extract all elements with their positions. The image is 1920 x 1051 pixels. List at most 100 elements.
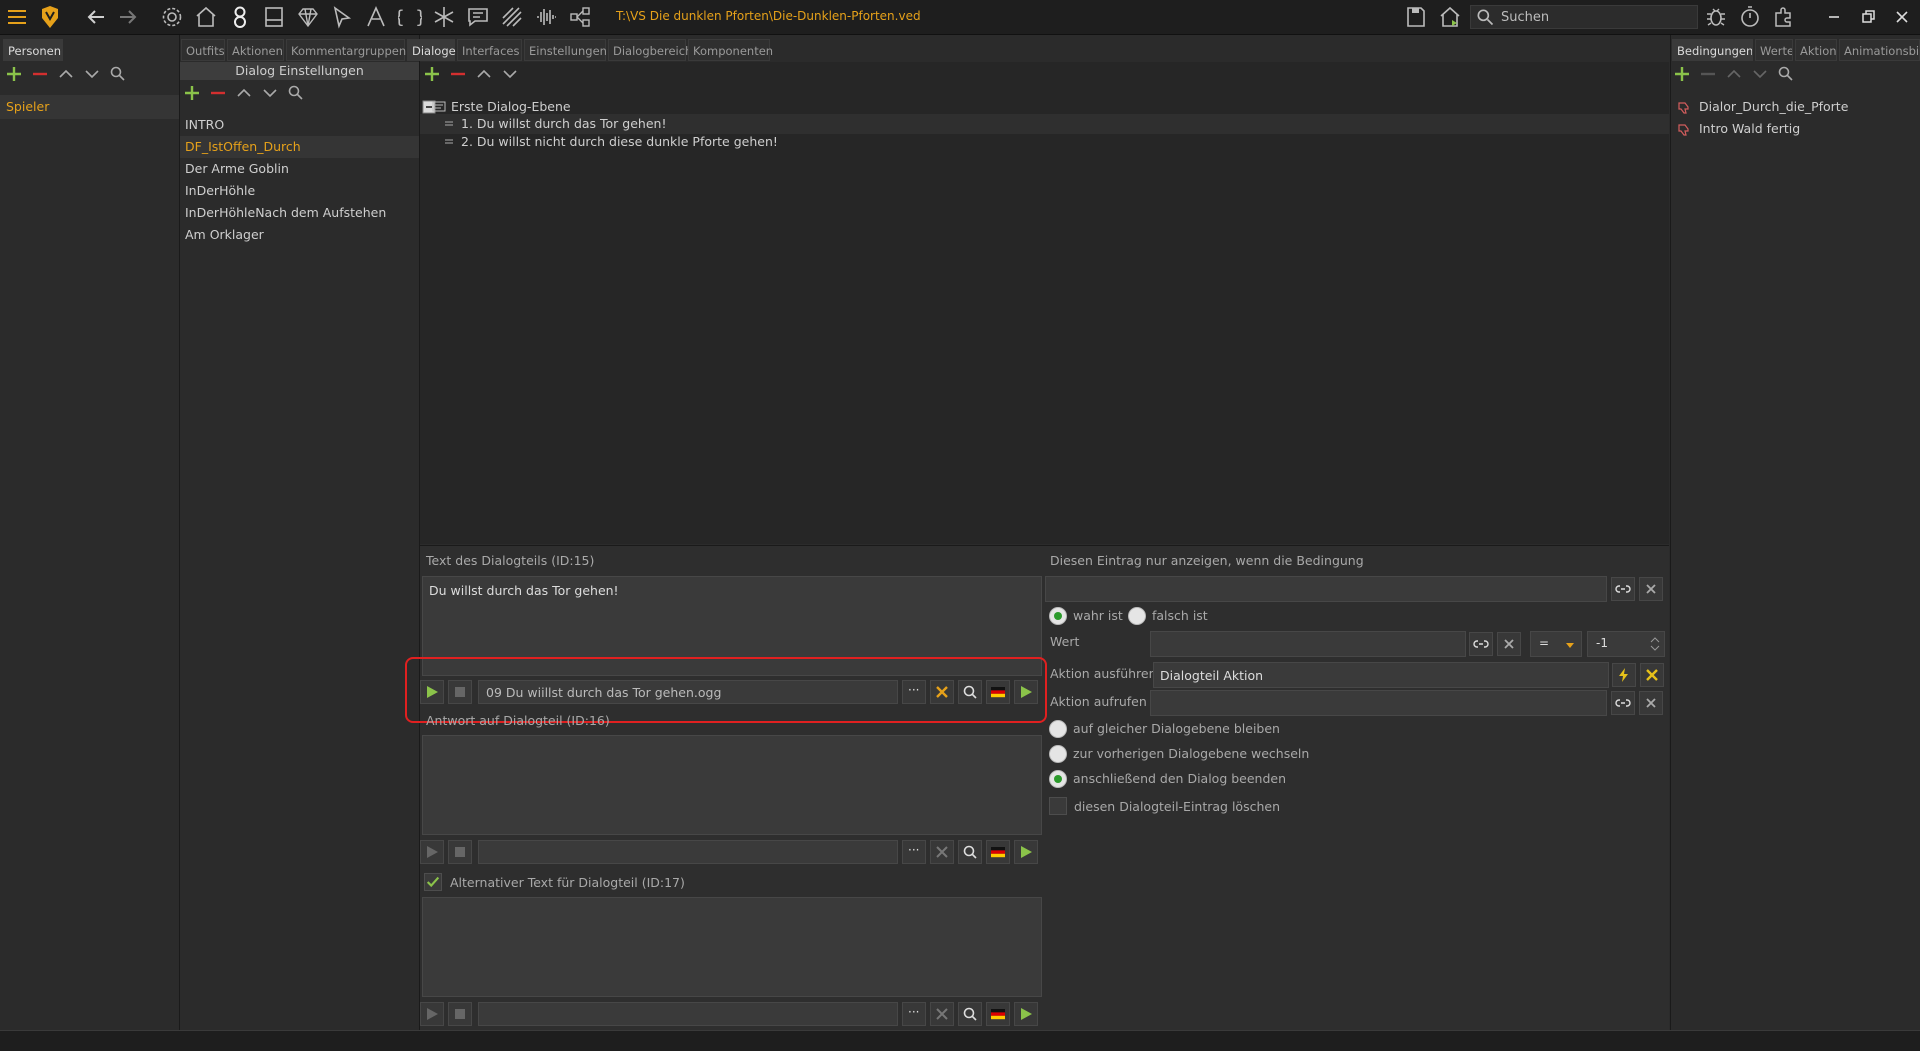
clear-button[interactable] — [1639, 691, 1663, 715]
stop-button[interactable] — [448, 840, 472, 864]
dialog-item[interactable]: INTRO — [185, 114, 224, 136]
link-button[interactable] — [1469, 632, 1493, 656]
dialog-item-selected[interactable]: DF_IstOffen_Durch — [185, 136, 301, 158]
condition-item[interactable]: Intro Wald fertig — [1699, 118, 1800, 140]
hamburger-menu-icon[interactable] — [5, 5, 29, 29]
spinner-arrows-icon[interactable] — [1650, 637, 1660, 651]
minimize-icon[interactable] — [1822, 5, 1846, 29]
clear-button[interactable] — [1497, 632, 1521, 656]
link-button[interactable] — [1611, 691, 1635, 715]
alt-text-field[interactable] — [422, 897, 1042, 997]
lightning-button[interactable] — [1612, 663, 1636, 687]
play-button[interactable] — [420, 1002, 444, 1026]
forward-arrow-icon[interactable] — [116, 5, 140, 29]
condition-item[interactable]: Dialor_Durch_die_Pforte — [1699, 96, 1848, 118]
browse-button[interactable]: ··· — [902, 840, 926, 864]
tab-dialogbereich[interactable]: Dialogbereich — [608, 39, 692, 61]
move-up-icon[interactable] — [56, 64, 76, 84]
remove-icon[interactable] — [1698, 64, 1718, 84]
chat-bubble-icon[interactable] — [466, 5, 490, 29]
plugin-icon[interactable] — [1772, 5, 1796, 29]
stopwatch-icon[interactable] — [1738, 5, 1762, 29]
window-icon[interactable] — [262, 5, 286, 29]
tab-animationsbil[interactable]: Animationsbil — [1839, 39, 1920, 61]
tab-aktion[interactable]: Aktion — [1795, 39, 1837, 61]
value-field[interactable] — [1150, 631, 1466, 657]
add-icon[interactable] — [182, 83, 202, 103]
tab-einstellungen[interactable]: Einstellungen — [524, 39, 607, 61]
option-radio[interactable] — [1049, 745, 1067, 763]
dialog-item[interactable]: InDerHöhleNach dem Aufstehen — [185, 202, 386, 224]
clear-button[interactable] — [1639, 577, 1663, 601]
true-radio[interactable] — [1049, 607, 1067, 625]
alt-audio-field[interactable] — [478, 1002, 898, 1026]
save-icon[interactable] — [1404, 5, 1428, 29]
share-nodes-icon[interactable] — [568, 5, 592, 29]
diamond-icon[interactable] — [296, 5, 320, 29]
person-item-spieler[interactable]: Spieler — [6, 96, 49, 118]
move-up-icon[interactable] — [234, 83, 254, 103]
move-down-icon[interactable] — [500, 64, 520, 84]
search-audio-button[interactable] — [958, 840, 982, 864]
clear-action-button[interactable] — [1640, 663, 1664, 687]
tab-bedingungen[interactable]: Bedingungen — [1672, 39, 1753, 61]
tree-child[interactable]: 2. Du willst nicht durch diese dunkle Pf… — [461, 131, 778, 153]
dialog-item[interactable]: Am Orklager — [185, 224, 264, 246]
remove-icon[interactable] — [30, 64, 50, 84]
person-icon[interactable] — [228, 5, 252, 29]
link-button[interactable] — [1611, 577, 1635, 601]
answer-text-field[interactable] — [422, 735, 1042, 835]
search-audio-button[interactable] — [958, 1002, 982, 1026]
move-up-icon[interactable] — [1724, 64, 1744, 84]
delete-entry-checkbox[interactable] — [1049, 797, 1067, 815]
condition-field[interactable] — [1045, 576, 1607, 602]
dialog-settings-header[interactable]: Dialog Einstellungen — [180, 62, 419, 80]
tab-interfaces[interactable]: Interfaces — [457, 39, 522, 61]
dialog-item[interactable]: InDerHöhle — [185, 180, 255, 202]
clear-audio-button[interactable] — [930, 840, 954, 864]
home-run-icon[interactable] — [1438, 5, 1462, 29]
play-tts-button[interactable] — [1014, 840, 1038, 864]
add-icon[interactable] — [4, 64, 24, 84]
german-flag-icon[interactable] — [986, 840, 1010, 864]
tab-dialoge[interactable]: Dialoge — [407, 39, 456, 61]
text-tool-icon[interactable] — [364, 5, 388, 29]
answer-audio-field[interactable] — [478, 840, 898, 864]
search-field[interactable]: Suchen — [1470, 5, 1698, 29]
search-icon[interactable] — [1776, 64, 1796, 84]
stop-button[interactable] — [448, 1002, 472, 1026]
waveform-icon[interactable] — [534, 5, 558, 29]
search-icon[interactable] — [286, 83, 306, 103]
stripes-icon[interactable] — [500, 5, 524, 29]
tab-komponenten[interactable]: Komponenten — [688, 39, 773, 61]
false-radio[interactable] — [1128, 607, 1146, 625]
operator-dropdown[interactable]: = — [1530, 631, 1582, 657]
close-window-icon[interactable] — [1890, 5, 1914, 29]
play-tts-button[interactable] — [1014, 1002, 1038, 1026]
german-flag-icon[interactable] — [986, 1002, 1010, 1026]
remove-icon[interactable] — [208, 83, 228, 103]
browse-button[interactable]: ··· — [902, 1002, 926, 1026]
tab-aktionen[interactable]: Aktionen — [227, 39, 284, 61]
move-down-icon[interactable] — [260, 83, 280, 103]
search-icon[interactable] — [108, 64, 128, 84]
dialog-item[interactable]: Der Arme Goblin — [185, 158, 289, 180]
execute-field[interactable]: Dialogteil Aktion — [1153, 662, 1609, 688]
option-radio[interactable] — [1049, 720, 1067, 738]
curly-braces-icon[interactable]: { } — [398, 5, 422, 29]
alt-text-checkbox[interactable] — [424, 873, 442, 891]
remove-icon[interactable] — [448, 64, 468, 84]
tab-outfits[interactable]: Outfits — [181, 39, 225, 61]
call-field[interactable] — [1150, 690, 1607, 716]
back-arrow-icon[interactable] — [84, 5, 108, 29]
settings-gear-icon[interactable] — [160, 5, 184, 29]
clear-audio-button[interactable] — [930, 1002, 954, 1026]
add-icon[interactable] — [1672, 64, 1692, 84]
move-down-icon[interactable] — [1750, 64, 1770, 84]
tab-kommentargruppen[interactable]: Kommentargruppen — [286, 39, 406, 61]
number-spinner[interactable]: -1 — [1587, 631, 1665, 657]
tab-werte[interactable]: Werte — [1755, 39, 1793, 61]
home-icon[interactable] — [194, 5, 218, 29]
restore-icon[interactable] — [1856, 5, 1880, 29]
move-down-icon[interactable] — [82, 64, 102, 84]
